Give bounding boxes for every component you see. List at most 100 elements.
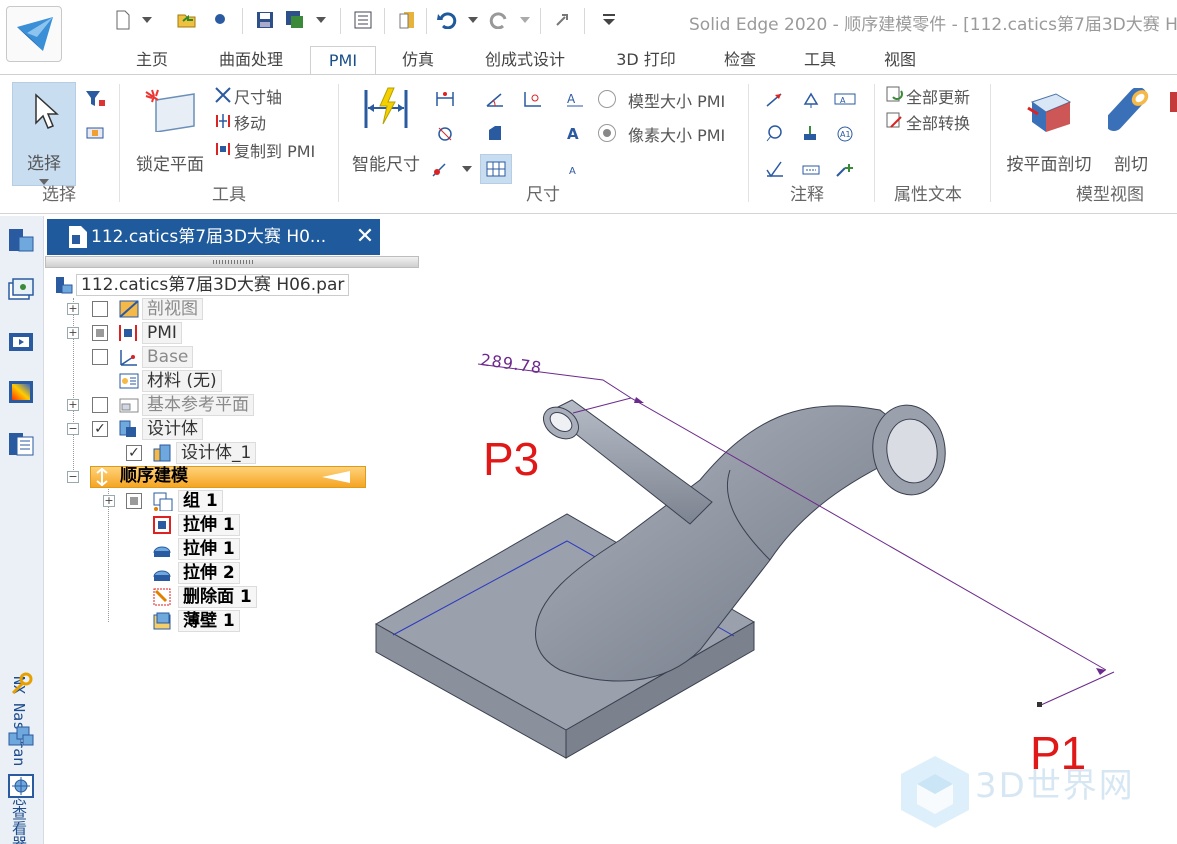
dimension-axis-button[interactable]: 尺寸轴 — [234, 84, 282, 108]
model-size-pmi-radio[interactable] — [598, 90, 616, 108]
more-tools-icon[interactable] — [1166, 90, 1177, 114]
section-button[interactable]: 剖切 — [1104, 84, 1158, 176]
tab-surfacing[interactable]: 曲面处理 — [206, 46, 296, 74]
save-all-icon[interactable] — [284, 8, 306, 32]
pixel-size-pmi-radio[interactable] — [598, 124, 616, 142]
tree-item-base[interactable]: Base — [66, 346, 226, 368]
family-of-parts-icon[interactable] — [5, 720, 37, 752]
dimension-dropdown-icon[interactable] — [460, 158, 474, 180]
datum-target-icon[interactable] — [800, 88, 822, 110]
app-logo[interactable] — [6, 6, 62, 62]
visibility-checkbox[interactable]: ✓ — [92, 421, 108, 437]
chamfer-dimension-icon[interactable] — [484, 122, 506, 144]
expand-toggle[interactable]: + — [67, 327, 79, 339]
collapse-toggle[interactable]: − — [67, 471, 79, 483]
close-tab-button[interactable]: ✕ — [350, 219, 380, 255]
smart-dimension-button[interactable]: 智能尺寸 — [348, 84, 424, 176]
dimension-289-78[interactable] — [477, 363, 1115, 707]
new-dropdown-icon[interactable] — [140, 8, 154, 32]
redo-icon[interactable] — [488, 8, 510, 32]
document-tab[interactable]: 112.catics第7届3D大赛 H0... — [47, 219, 377, 255]
tab-home[interactable]: 主页 — [124, 46, 180, 74]
constraint-assistant-icon[interactable] — [5, 668, 37, 700]
tree-item-design-body-1[interactable]: ✓ 设计体_1 — [126, 442, 276, 464]
undo-icon[interactable] — [436, 8, 458, 32]
distance-between-icon[interactable] — [434, 88, 456, 110]
animation-editor-icon[interactable] — [5, 326, 37, 358]
tree-item-extrude-1b[interactable]: 拉伸 1 — [152, 538, 252, 560]
expand-toggle[interactable]: + — [103, 495, 115, 507]
angle-between-icon[interactable] — [484, 88, 506, 110]
tab-inspect[interactable]: 检查 — [712, 46, 768, 74]
section-by-plane-button[interactable]: 按平面剖切 — [1002, 84, 1096, 176]
save-icon[interactable] — [254, 8, 276, 32]
feature-control-frame-icon[interactable]: A — [834, 88, 856, 110]
undo-dropdown-icon[interactable] — [466, 8, 480, 32]
results-viewer-icon[interactable] — [5, 376, 37, 408]
layers-icon[interactable] — [5, 274, 37, 306]
redo-dropdown-icon[interactable] — [518, 8, 532, 32]
tree-item-thin-wall-1[interactable]: 薄壁 1 — [152, 610, 252, 632]
visibility-checkbox[interactable] — [92, 397, 108, 413]
angular-coordinate-icon[interactable] — [430, 158, 452, 180]
tree-item-pmi[interactable]: + PMI — [66, 322, 226, 344]
move-button[interactable]: 移动 — [234, 110, 266, 134]
lock-plane-button[interactable]: 锁定平面 — [132, 84, 208, 176]
properties-icon[interactable] — [352, 8, 374, 32]
tab-simulation[interactable]: 仿真 — [390, 46, 446, 74]
new-file-icon[interactable] — [112, 8, 134, 32]
tree-item-design-body[interactable]: − ✓ 设计体 — [66, 418, 246, 440]
tree-item-section-views[interactable]: + 剖视图 — [66, 298, 226, 320]
tree-item-extrude-1[interactable]: 拉伸 1 — [152, 514, 252, 536]
tree-item-extrude-2[interactable]: 拉伸 2 — [152, 562, 252, 584]
tree-item-delete-face-1[interactable]: 删除面 1 — [152, 586, 272, 608]
tab-view[interactable]: 视图 — [872, 46, 928, 74]
surface-texture-icon[interactable] — [764, 158, 786, 180]
select-button[interactable]: 选择 — [12, 82, 76, 186]
close-document-icon[interactable] — [396, 8, 418, 32]
design-intent-icon[interactable] — [5, 770, 37, 802]
find-icon[interactable] — [210, 8, 232, 32]
visibility-checkbox[interactable] — [126, 493, 142, 509]
tab-generative-design[interactable]: 创成式设计 — [472, 46, 578, 74]
save-dropdown-icon[interactable] — [314, 8, 328, 32]
leader-icon[interactable] — [764, 88, 786, 110]
balloon-icon[interactable] — [764, 122, 786, 144]
tree-item-base-reference-planes[interactable]: + 基本参考平面 — [66, 394, 286, 416]
nastran-log-viewer-label[interactable]: NX Nastran 日志查看器 — [10, 676, 30, 844]
update-all-button[interactable]: 全部更新 — [906, 84, 970, 108]
coordinate-dimension-icon[interactable] — [522, 88, 544, 110]
dimension-value[interactable]: 289.78 — [479, 350, 543, 377]
expand-toggle[interactable]: + — [67, 303, 79, 315]
text-size-increase-icon[interactable]: A — [564, 122, 586, 144]
datum-frame-icon[interactable]: A1 — [834, 122, 856, 144]
select-filter-icon[interactable] — [84, 88, 106, 110]
tab-tools[interactable]: 工具 — [792, 46, 848, 74]
convert-all-button[interactable]: 全部转换 — [906, 110, 970, 134]
copy-to-pmi-button[interactable]: 复制到 PMI — [234, 138, 315, 162]
tab-3d-print[interactable]: 3D 打印 — [604, 46, 688, 74]
symmetric-diameter-icon[interactable] — [434, 122, 456, 144]
text-size-decrease-icon[interactable]: A — [564, 158, 586, 180]
expand-toggle[interactable]: + — [67, 399, 79, 411]
edge-condition-icon[interactable] — [800, 158, 822, 180]
log-viewer-icon[interactable] — [5, 428, 37, 460]
visibility-checkbox[interactable] — [92, 325, 108, 341]
dimension-style-icon[interactable] — [480, 154, 512, 184]
collapse-toggle[interactable]: − — [67, 423, 79, 435]
select-tools-icon[interactable] — [84, 122, 106, 144]
open-file-icon[interactable] — [176, 8, 198, 32]
tree-item-material[interactable]: 材料 (无) — [66, 370, 246, 392]
visibility-checkbox[interactable] — [92, 301, 108, 317]
connector-icon[interactable] — [834, 158, 856, 180]
weld-symbol-icon[interactable] — [800, 122, 822, 144]
tree-item-sequential-modeling[interactable]: − 顺序建模 — [66, 466, 366, 488]
tree-item-group-1[interactable]: + 组 1 — [102, 490, 242, 512]
pathfinder-icon[interactable] — [5, 224, 37, 256]
customize-quick-access-icon[interactable] — [598, 8, 620, 32]
tab-pmi[interactable]: PMI — [310, 46, 376, 74]
visibility-checkbox[interactable] — [92, 349, 108, 365]
visibility-checkbox[interactable]: ✓ — [126, 445, 142, 461]
text-size-model-icon[interactable]: A — [564, 88, 586, 110]
repeat-command-icon[interactable] — [552, 8, 574, 32]
